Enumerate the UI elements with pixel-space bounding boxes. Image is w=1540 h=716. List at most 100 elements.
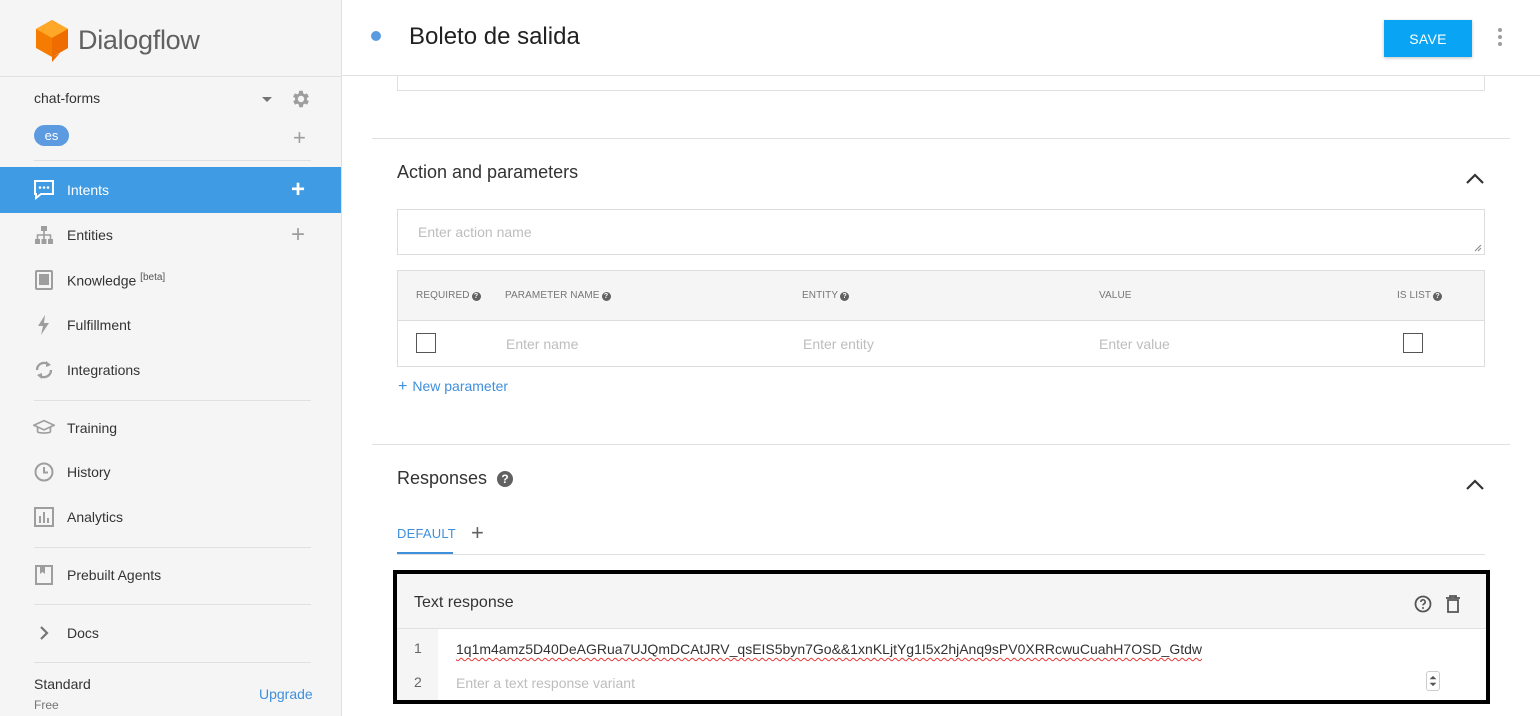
brand-name: Dialogflow: [78, 24, 200, 55]
help-icon[interactable]: ?: [497, 471, 514, 487]
resize-spinner-icon[interactable]: [1426, 671, 1440, 691]
bookmark-book-icon: [33, 564, 55, 586]
sidebar-item-docs[interactable]: Docs: [0, 610, 341, 656]
text-response-line[interactable]: 1q1m4amz5D40DeAGRua7UJQmDCAtJRV_qsEIS5by…: [456, 641, 1202, 657]
add-tab-icon[interactable]: +: [471, 520, 484, 546]
sidebar-item-training[interactable]: Training: [0, 405, 341, 451]
line-number: 2: [414, 674, 422, 690]
dialogflow-logo[interactable]: Dialogflow: [34, 18, 200, 62]
sidebar-item-label: Entities: [67, 227, 113, 243]
action-section-title: Action and parameters: [397, 162, 579, 182]
agent-dropdown-icon[interactable]: [262, 97, 272, 102]
intent-title[interactable]: Boleto de salida: [409, 23, 580, 51]
language-badge[interactable]: es: [34, 125, 69, 146]
agent-name[interactable]: chat-forms: [34, 90, 100, 106]
add-intent-icon[interactable]: +: [291, 178, 305, 202]
chat-bubble-icon: [33, 179, 55, 201]
status-dot: [371, 31, 381, 41]
plus-icon: +: [398, 378, 408, 395]
action-name-input[interactable]: Enter action name: [397, 209, 1485, 255]
divider: [34, 160, 311, 161]
sidebar-item-label: Analytics: [67, 509, 124, 525]
bar-chart-icon: [33, 506, 55, 528]
column-header-value: VALUE: [1099, 290, 1132, 301]
sidebar-item-prebuilt-agents[interactable]: Prebuilt Agents: [0, 552, 341, 598]
tab-divider: [397, 554, 1485, 555]
sidebar-item-label: Integrations: [67, 362, 141, 378]
hierarchy-icon: [33, 224, 55, 246]
divider: [34, 400, 311, 401]
divider: [34, 662, 311, 663]
chevron-up-icon[interactable]: [1465, 477, 1485, 491]
divider: [0, 76, 342, 77]
section-divider: [372, 138, 1510, 139]
column-header-entity: ENTITY?: [802, 290, 850, 301]
action-name-placeholder: Enter action name: [418, 224, 532, 240]
sidebar-item-fulfillment[interactable]: Fulfillment: [0, 302, 341, 348]
help-icon[interactable]: ?: [601, 292, 611, 301]
resize-grip-icon[interactable]: [1474, 244, 1482, 252]
sidebar-item-label: History: [67, 464, 111, 480]
parameters-table-header: REQUIRED? PARAMETER NAME? ENTITY? VALUE …: [398, 271, 1484, 321]
plan-name: Standard: [34, 676, 91, 692]
add-language-icon[interactable]: +: [293, 127, 306, 149]
column-header-parameter-name: PARAMETER NAME?: [505, 290, 611, 301]
beta-badge: [beta]: [140, 271, 166, 283]
sidebar-item-label: Docs: [67, 625, 99, 641]
trash-icon[interactable]: [1445, 595, 1461, 613]
plan-tier: Free: [34, 698, 59, 712]
sidebar-item-entities[interactable]: Entities +: [0, 212, 341, 258]
sidebar-item-label: Training: [67, 420, 118, 436]
dialogflow-logo-icon: [36, 20, 68, 62]
save-button[interactable]: SAVE: [1384, 20, 1472, 57]
help-icon[interactable]: ?: [1433, 292, 1443, 301]
sidebar-item-integrations[interactable]: Integrations: [0, 347, 341, 393]
sidebar: Dialogflow chat-forms es + Intents + Ent…: [0, 0, 342, 716]
entity-input[interactable]: Enter entity: [803, 336, 874, 352]
bolt-icon: [33, 314, 55, 336]
column-header-required: REQUIRED?: [416, 290, 481, 301]
previous-section-box: [397, 76, 1485, 91]
sidebar-item-label: Prebuilt Agents: [67, 567, 162, 583]
section-divider: [372, 444, 1510, 445]
line-number: 1: [414, 640, 422, 656]
new-parameter-label: New parameter: [412, 378, 509, 394]
knowledge-label: Knowledge: [67, 272, 137, 289]
sidebar-item-label: Fulfillment: [67, 317, 131, 333]
tab-default[interactable]: DEFAULT: [397, 526, 456, 541]
is-list-checkbox[interactable]: [1403, 333, 1423, 353]
graduation-cap-icon: [33, 417, 55, 439]
text-response-card: Text response 1 1q1m4amz5D40DeAGRua7UJQm…: [393, 570, 1490, 704]
sidebar-item-knowledge[interactable]: Knowledge [beta]: [0, 257, 341, 303]
book-icon: [33, 269, 55, 291]
sidebar-item-label: Knowledge [beta]: [67, 272, 165, 289]
text-response-title: Text response: [414, 594, 514, 611]
chevron-up-icon[interactable]: [1465, 171, 1485, 185]
help-icon[interactable]: ?: [471, 292, 481, 301]
sync-icon: [33, 359, 55, 381]
gear-icon[interactable]: [290, 88, 312, 110]
value-input[interactable]: Enter value: [1099, 336, 1170, 352]
sidebar-item-label: Intents: [67, 182, 110, 198]
divider: [34, 547, 311, 548]
new-parameter-link[interactable]: + New parameter: [398, 378, 508, 396]
help-icon[interactable]: ?: [840, 292, 850, 301]
intent-header: Boleto de salida SAVE: [342, 0, 1540, 76]
column-header-is-list: IS LIST?: [1397, 290, 1443, 301]
parameter-name-input[interactable]: Enter name: [506, 336, 578, 352]
text-response-header: Text response: [397, 574, 1486, 629]
upgrade-link[interactable]: Upgrade: [259, 686, 313, 702]
text-response-variant-input[interactable]: Enter a text response variant: [456, 675, 635, 691]
sidebar-item-history[interactable]: History: [0, 449, 341, 495]
divider: [34, 604, 311, 605]
required-checkbox[interactable]: [416, 333, 436, 353]
chevron-right-icon: [33, 622, 55, 644]
sidebar-item-intents[interactable]: Intents +: [0, 167, 341, 213]
clock-icon: [33, 461, 55, 483]
more-vert-icon[interactable]: [1492, 26, 1508, 48]
add-entity-icon[interactable]: +: [291, 223, 305, 247]
responses-section-title: Responses?: [397, 468, 514, 489]
parameters-table: REQUIRED? PARAMETER NAME? ENTITY? VALUE …: [397, 270, 1485, 367]
sidebar-item-analytics[interactable]: Analytics: [0, 494, 341, 540]
help-icon[interactable]: [1414, 595, 1432, 613]
